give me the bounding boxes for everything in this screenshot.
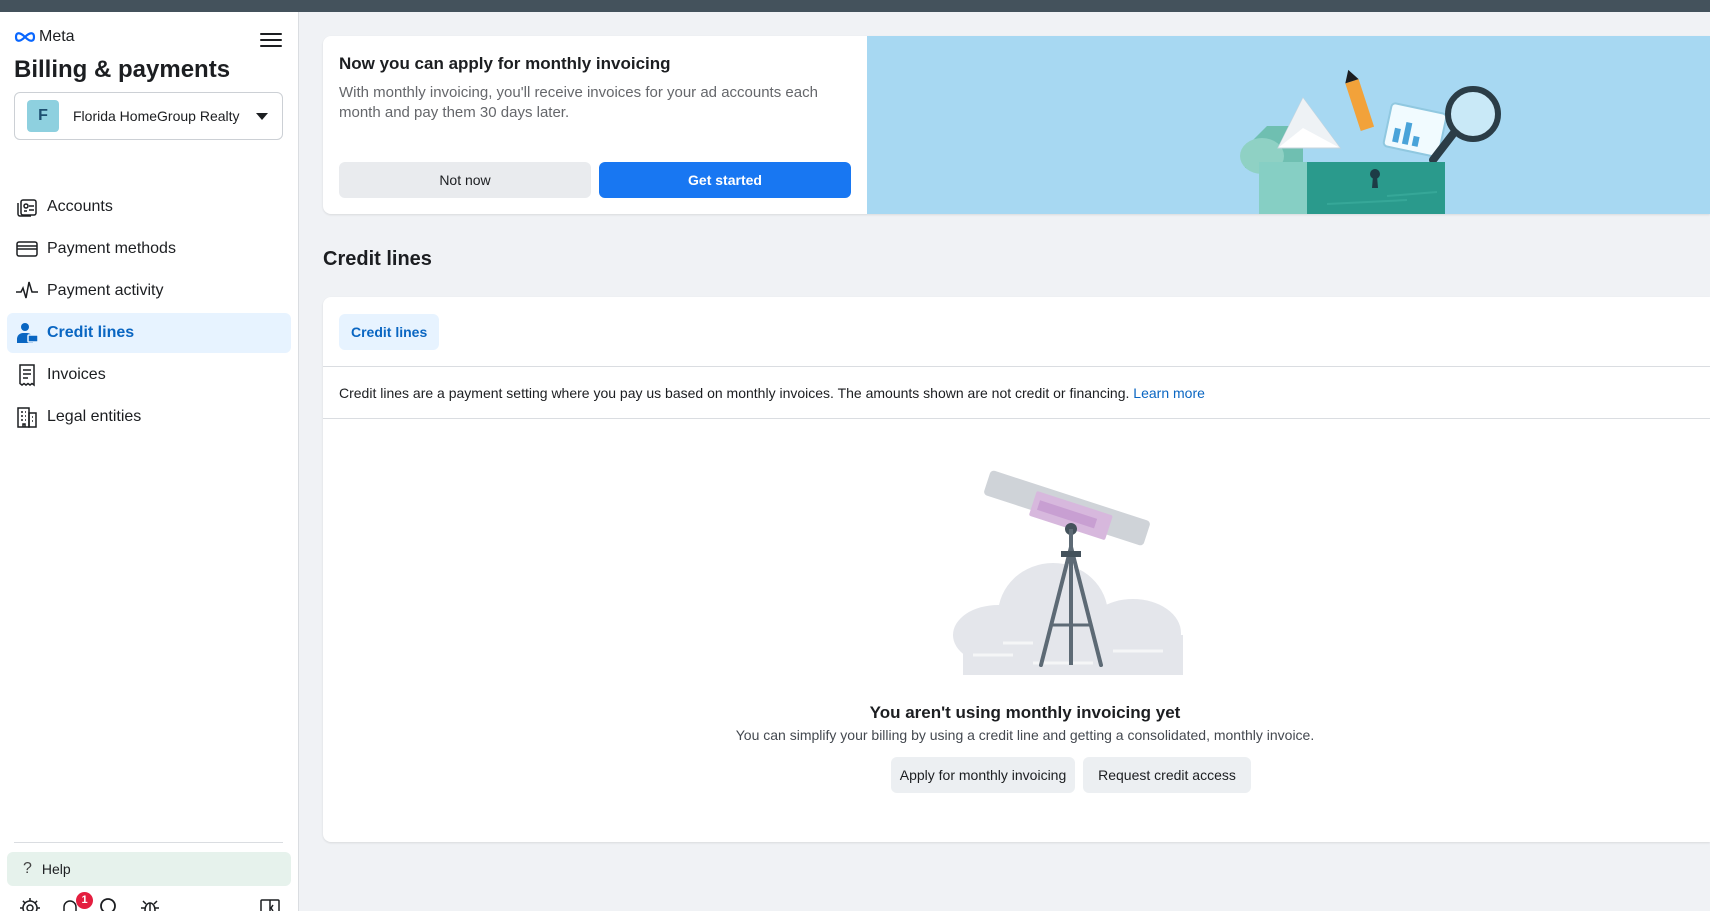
sidebar: Meta Billing & payments F Florida HomeGr… (0, 12, 299, 911)
section-title: Credit lines (323, 248, 432, 270)
sidebar-divider (14, 842, 283, 843)
notification-badge: 1 (76, 892, 93, 909)
promo-illustration (867, 36, 1710, 214)
sidebar-item-label: Legal entities (47, 408, 142, 425)
page-title: Billing & payments (14, 56, 231, 83)
empty-state-subtitle: You can simplify your billing by using a… (735, 727, 1315, 743)
tab-credit-lines[interactable]: Credit lines (339, 314, 440, 350)
credit-lines-description: Credit lines are a payment setting where… (339, 385, 1205, 401)
credit-lines-icon (17, 323, 39, 343)
empty-state-title: You aren't using monthly invoicing yet (869, 703, 1181, 722)
bug-report-icon[interactable] (138, 896, 162, 911)
bottom-toolbar: 1 (16, 892, 286, 911)
main-content: Now you can apply for monthly invoicing … (299, 12, 1710, 911)
help-button[interactable]: ? Help (7, 852, 291, 886)
credit-card-icon (16, 241, 38, 257)
accounts-icon (17, 199, 37, 217)
sidebar-item-legal-entities[interactable]: Legal entities (7, 397, 291, 437)
caret-down-icon (256, 113, 268, 120)
promo-title: Now you can apply for monthly invoicing (339, 54, 671, 73)
sidebar-item-payment-activity[interactable]: Payment activity (7, 271, 291, 311)
sidebar-item-label: Credit lines (47, 324, 135, 341)
sidebar-item-payment-methods[interactable]: Payment methods (7, 229, 291, 269)
credit-lines-card: Credit lines Credit lines are a payment … (323, 297, 1710, 842)
card-divider (323, 418, 1710, 419)
promo-text: Now you can apply for monthly invoicing … (339, 54, 859, 123)
meta-infinity-icon (14, 32, 36, 42)
top-bar (0, 0, 1710, 12)
sidebar-item-invoices[interactable]: Invoices (7, 355, 291, 395)
sidebar-item-label: Invoices (47, 366, 106, 383)
description-text: Credit lines are a payment setting where… (339, 385, 1130, 401)
monthly-invoicing-promo: Now you can apply for monthly invoicing … (323, 36, 1710, 214)
hamburger-menu-icon[interactable] (258, 29, 284, 55)
account-avatar: F (27, 100, 59, 132)
account-name: Florida HomeGroup Realty (73, 108, 240, 124)
sidebar-item-label: Payment activity (47, 282, 164, 299)
sidebar-item-accounts[interactable]: Accounts (7, 187, 291, 227)
sidebar-item-label: Payment methods (47, 240, 176, 257)
empty-state-illustration (943, 465, 1203, 675)
account-selector[interactable]: F Florida HomeGroup Realty (14, 92, 283, 140)
telescope-illustration (953, 470, 1183, 675)
sidebar-item-credit-lines[interactable]: Credit lines (7, 313, 291, 353)
panel-toggle-icon[interactable] (258, 896, 282, 911)
learn-more-link[interactable]: Learn more (1133, 385, 1205, 401)
apply-monthly-invoicing-button[interactable]: Apply for monthly invoicing (891, 757, 1075, 793)
help-label: Help (41, 861, 71, 877)
card-divider (323, 366, 1710, 367)
question-icon: ? (23, 860, 32, 877)
meta-logo[interactable]: Meta (14, 28, 75, 46)
settings-gear-icon[interactable] (18, 896, 42, 911)
invoice-icon (19, 364, 35, 387)
activity-pulse-icon (16, 281, 38, 299)
search-icon[interactable] (98, 896, 122, 911)
not-now-button[interactable]: Not now (339, 162, 591, 198)
sidebar-nav: Accounts Payment methods Payment activit… (7, 187, 291, 439)
get-started-button[interactable]: Get started (599, 162, 851, 198)
brand-name: Meta (39, 28, 75, 45)
sidebar-item-label: Accounts (47, 198, 113, 215)
promo-description: With monthly invoicing, you'll receive i… (339, 84, 818, 121)
invoice-box-illustration (1240, 69, 1501, 214)
building-icon (17, 407, 37, 428)
request-credit-access-button[interactable]: Request credit access (1083, 757, 1251, 793)
